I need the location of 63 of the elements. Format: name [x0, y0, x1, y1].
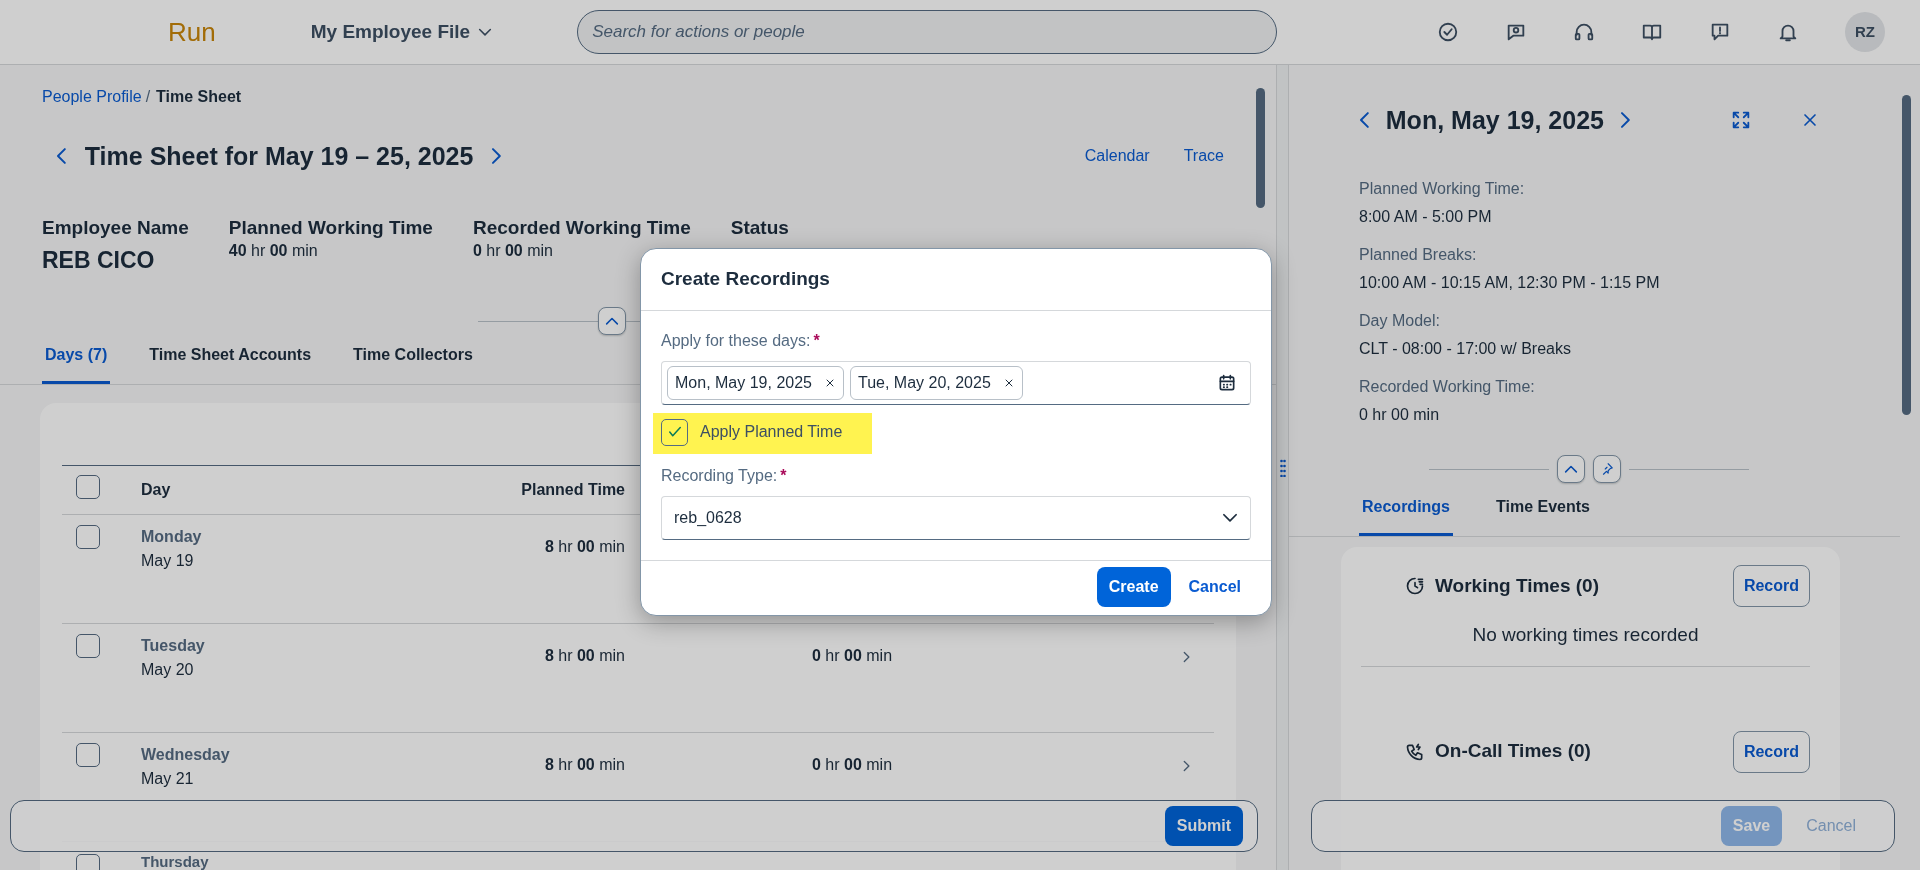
- required-mark: *: [813, 331, 820, 349]
- record-button[interactable]: Record: [1732, 730, 1810, 773]
- date-token[interactable]: Tue, May 20, 2025: [849, 365, 1023, 400]
- section-title: Working Times (0): [1435, 573, 1599, 598]
- summary-label: Planned Working Time: [228, 217, 433, 239]
- planned-time: 8 hr 00 min: [544, 756, 625, 774]
- column-header: Planned Time: [520, 480, 625, 501]
- app-menu[interactable]: My Employee File: [310, 17, 493, 47]
- tab[interactable]: Time Events: [1493, 487, 1593, 536]
- recorded-time: 0 hr 00 min: [812, 756, 893, 774]
- day-date: May 19: [141, 551, 195, 572]
- select-field[interactable]: reb_0628: [661, 495, 1251, 540]
- day-name: Wednesday: [141, 745, 231, 766]
- field-value: 8:00 AM - 5:00 PM: [1359, 207, 1493, 227]
- section-title: On-Call Times (0): [1435, 739, 1591, 764]
- submit-button[interactable]: Submit: [1164, 806, 1243, 846]
- record-button[interactable]: Record: [1732, 565, 1810, 607]
- breadcrumb-link[interactable]: People Profile: [42, 88, 142, 105]
- field-label: Recording Type:: [661, 466, 778, 484]
- day-name: Monday: [141, 527, 203, 548]
- date-field[interactable]: Mon, May 19, 2025 Tue, May 20, 2025: [661, 360, 1251, 405]
- tab[interactable]: Recordings: [1359, 487, 1453, 536]
- empty-message: No working times recorded: [1361, 621, 1810, 667]
- column-header: Day: [141, 480, 172, 501]
- tab[interactable]: Time Collectors: [350, 335, 476, 385]
- field-label: Apply for these days:: [661, 331, 811, 349]
- breadcrumb-separator: /: [145, 88, 151, 105]
- day-name: Thursday: [141, 854, 210, 870]
- field-label: Planned Breaks:: [1359, 245, 1478, 265]
- checkbox-label: Apply Planned Time: [700, 422, 843, 442]
- avatar[interactable]: RZ: [1845, 12, 1885, 52]
- action-link[interactable]: Trace: [1183, 144, 1224, 168]
- search-field[interactable]: Search for actions or people: [577, 10, 1278, 54]
- employee-name: REB CICO: [42, 245, 156, 275]
- field-value: 0 hr 00 min: [1359, 405, 1441, 425]
- field-label: Day Model:: [1359, 311, 1441, 331]
- breadcrumb-current: Time Sheet: [156, 88, 242, 105]
- day-date: May 21: [141, 769, 195, 790]
- duration-value: 0 hr 00 min: [472, 240, 553, 261]
- field-value: CLT - 08:00 - 17:00 w/ Breaks: [1359, 339, 1572, 359]
- planned-time: 8 hr 00 min: [544, 538, 625, 556]
- create-button[interactable]: Create: [1096, 566, 1171, 607]
- summary-label: Recorded Working Time: [472, 217, 691, 239]
- summary-label: Employee Name: [42, 217, 189, 239]
- action-link[interactable]: Calendar: [1084, 144, 1150, 168]
- planned-time: 8 hr 00 min: [544, 647, 625, 665]
- detail-title: Mon, May 19, 2025: [1385, 105, 1604, 135]
- field-label: Recorded Working Time:: [1359, 377, 1536, 397]
- dialog-title: Create Recordings: [641, 249, 1271, 311]
- tab[interactable]: Days (7): [42, 335, 111, 385]
- page-title: Time Sheet for May 19 – 25, 2025: [84, 141, 474, 171]
- date-token[interactable]: Mon, May 19, 2025: [667, 365, 844, 400]
- day-date: May 20: [141, 660, 195, 681]
- field-label: Planned Working Time:: [1359, 179, 1526, 199]
- tab[interactable]: Time Sheet Accounts: [146, 335, 315, 385]
- recorded-time: 0 hr 00 min: [812, 647, 893, 665]
- field-value: 10:00 AM - 10:15 AM, 12:30 PM - 1:15 PM: [1359, 273, 1661, 293]
- app-logo[interactable]: Run: [168, 12, 216, 52]
- cancel-button[interactable]: Cancel: [1178, 566, 1251, 607]
- duration-value: 40 hr 00 min: [228, 240, 318, 261]
- required-mark: *: [780, 466, 787, 484]
- day-name: Tuesday: [141, 636, 206, 657]
- summary-label: Status: [730, 217, 789, 239]
